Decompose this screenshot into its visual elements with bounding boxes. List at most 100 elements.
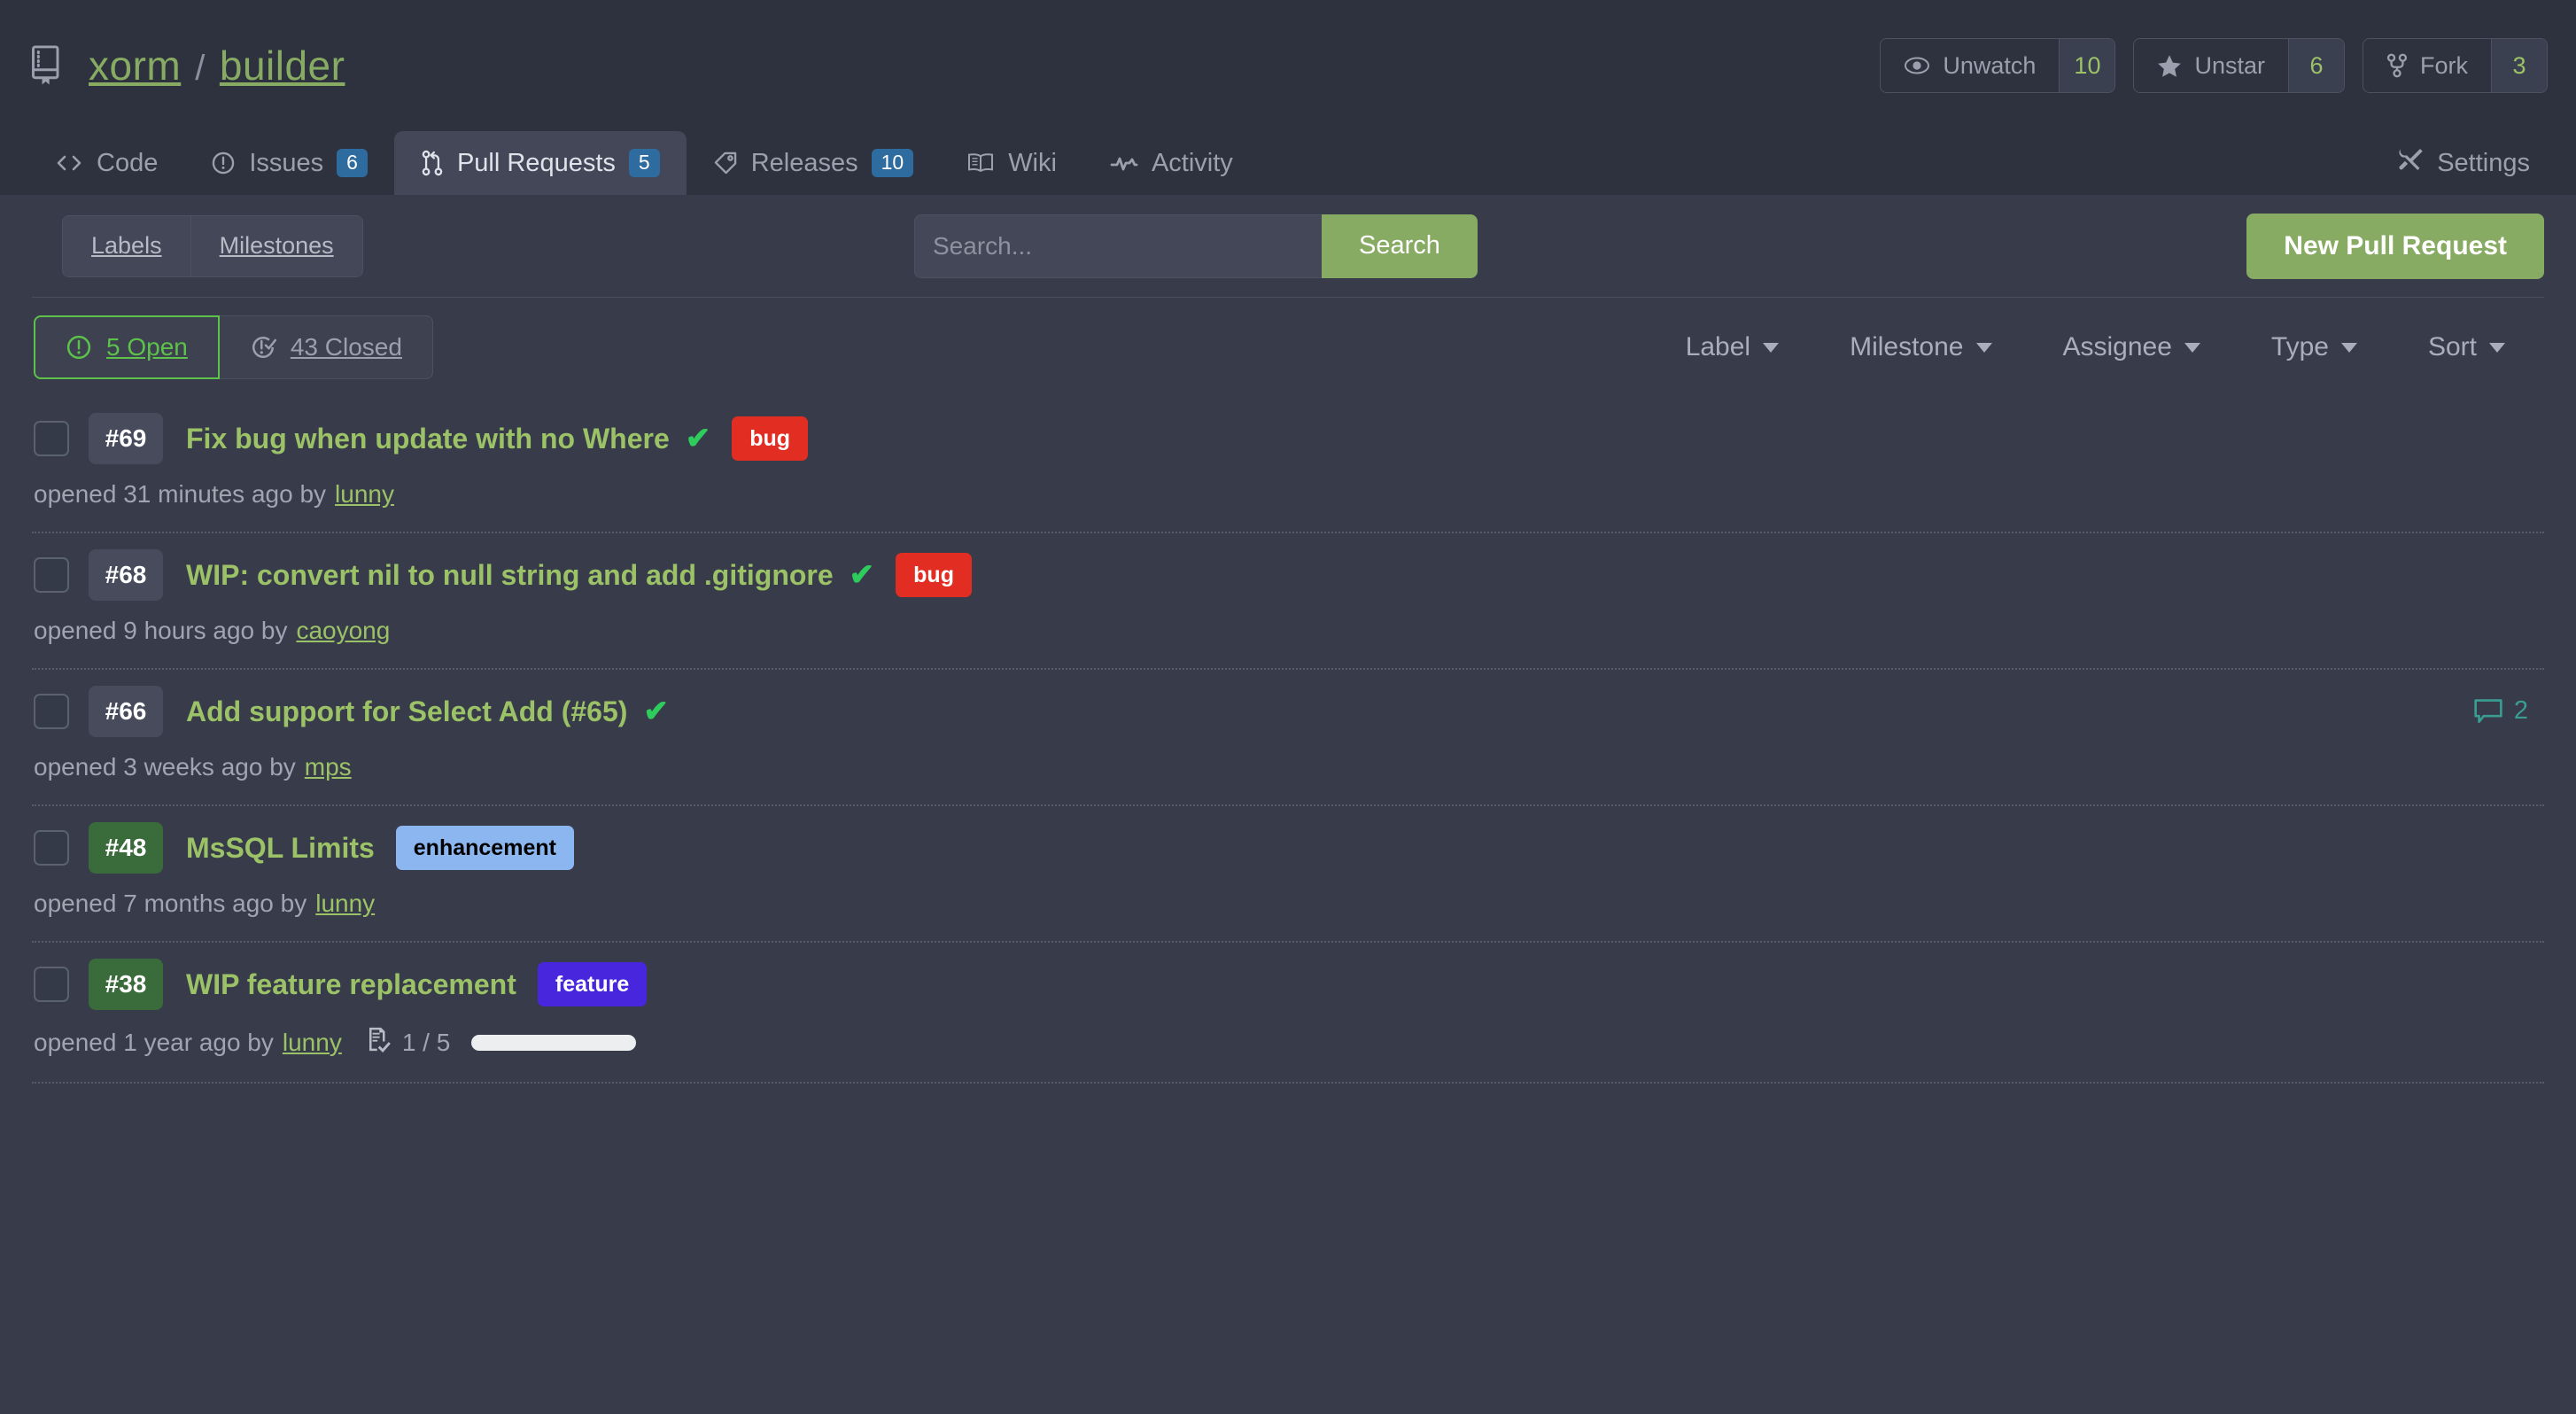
checklist-icon: [365, 1026, 392, 1059]
pr-title-link[interactable]: WIP feature replacement: [186, 968, 516, 1001]
watch-button-group[interactable]: Unwatch 10: [1880, 38, 2116, 93]
tab-settings[interactable]: Settings: [2379, 131, 2548, 195]
pr-opened-text: opened 1 year ago by: [34, 1028, 274, 1056]
chevron-down-icon: [2184, 342, 2200, 353]
pr-select-checkbox[interactable]: [34, 830, 69, 866]
dropdown-type[interactable]: Type: [2236, 332, 2393, 362]
fork-count[interactable]: 3: [2492, 39, 2547, 92]
dropdown-sort[interactable]: Sort: [2393, 332, 2541, 362]
pr-mergeable-check-icon: ✔: [685, 422, 711, 455]
pr-author-link[interactable]: lunny: [335, 480, 394, 509]
pr-main-line: #38 WIP feature replacement feature: [32, 957, 2544, 1012]
tab-releases-label: Releases: [750, 148, 858, 177]
repo-book-icon: [28, 43, 67, 88]
pr-opened-text: opened 7 months ago by: [34, 890, 307, 917]
breadcrumb: xorm / builder: [89, 42, 345, 89]
fork-label: Fork: [2420, 51, 2468, 79]
tag-icon: [713, 151, 738, 175]
pr-meta-line: opened 9 hours ago by caoyong: [34, 617, 2544, 645]
tab-activity[interactable]: Activity: [1083, 131, 1260, 195]
pr-comment-count[interactable]: 2: [2473, 696, 2528, 726]
repo-actions: Unwatch 10 Unstar 6 Fork 3: [1880, 38, 2548, 93]
pr-title-link[interactable]: Fix bug when update with no Where: [186, 423, 670, 455]
pr-author-link[interactable]: lunny: [283, 1029, 342, 1057]
tab-pull-requests[interactable]: Pull Requests 5: [393, 131, 687, 195]
pr-main-line: #69 Fix bug when update with no Where ✔ …: [32, 411, 2544, 466]
pr-select-checkbox[interactable]: [34, 694, 69, 729]
pr-author-link[interactable]: lunny: [315, 890, 375, 918]
filter-open-button[interactable]: 5 Open: [34, 315, 220, 379]
repo-name-link[interactable]: builder: [220, 42, 345, 89]
state-filter-group: 5 Open 43 Closed: [34, 315, 433, 379]
tab-wiki[interactable]: Wiki: [940, 131, 1083, 195]
dropdown-assignee[interactable]: Assignee: [2028, 332, 2236, 362]
tab-settings-label: Settings: [2437, 148, 2530, 177]
pr-meta-line: opened 31 minutes ago by lunny: [34, 480, 2544, 509]
labels-button[interactable]: Labels: [63, 215, 190, 276]
pr-task-count: 1 / 5: [401, 1028, 451, 1056]
dropdown-sort-text: Sort: [2427, 332, 2477, 361]
labels-milestones-group: Labels Milestones: [62, 214, 363, 277]
pr-label-badge[interactable]: bug: [896, 553, 972, 597]
tab-releases-badge: 10: [871, 149, 914, 177]
pr-meta-line: opened 3 weeks ago by mps: [34, 753, 2544, 781]
breadcrumb-separator: /: [195, 49, 206, 88]
star-count[interactable]: 6: [2289, 39, 2344, 92]
filter-closed-button[interactable]: 43 Closed: [219, 315, 433, 379]
pr-opened-text: opened 3 weeks ago by: [34, 753, 296, 781]
pr-task-progress-bar: [471, 1034, 637, 1051]
repo-nav: Code Issues 6 Pull Requests 5 Releases 1…: [0, 131, 2576, 195]
pr-meta-line: opened 1 year ago by lunny 1 / 5: [34, 1026, 2544, 1059]
code-icon: [55, 153, 83, 173]
issue-toolbar: Labels Milestones Search New Pull Reques…: [32, 195, 2544, 298]
dropdown-label-text: Label: [1685, 332, 1751, 361]
git-pull-request-icon: [421, 150, 444, 176]
pr-title-link[interactable]: WIP: convert nil to null string and add …: [186, 559, 834, 592]
fork-button[interactable]: Fork: [2363, 39, 2492, 92]
tab-pull-requests-badge: 5: [628, 149, 660, 177]
pr-index-badge: #68: [89, 549, 163, 601]
unstar-button[interactable]: Unstar: [2134, 39, 2289, 92]
milestones-button[interactable]: Milestones: [190, 215, 362, 276]
tab-pull-requests-label: Pull Requests: [456, 148, 616, 177]
chevron-down-icon: [1975, 342, 1992, 353]
pr-opened-text: opened 31 minutes ago by: [34, 480, 327, 508]
pr-title-link[interactable]: MsSQL Limits: [186, 832, 375, 865]
pr-mergeable-check-icon: ✔: [849, 558, 875, 592]
pr-index-badge: #38: [89, 959, 163, 1010]
pr-label-badge[interactable]: enhancement: [395, 826, 574, 870]
nav-items: Code Issues 6 Pull Requests 5 Releases 1…: [28, 131, 1260, 195]
issue-opened-icon: [66, 334, 92, 361]
dropdown-milestone-text: Milestone: [1850, 332, 1964, 361]
pr-meta-line: opened 7 months ago by lunny: [34, 890, 2544, 918]
pr-comment-count-text: 2: [2513, 696, 2528, 725]
pr-main-line: #48 MsSQL Limits enhancement: [32, 820, 2544, 875]
watch-count[interactable]: 10: [2060, 39, 2115, 92]
pr-select-checkbox[interactable]: [34, 967, 69, 1002]
pr-select-checkbox[interactable]: [34, 557, 69, 593]
search-input[interactable]: [914, 214, 1322, 278]
dropdown-type-text: Type: [2270, 332, 2329, 361]
issue-opened-icon: [211, 151, 236, 175]
star-button-group[interactable]: Unstar 6: [2133, 38, 2345, 93]
tab-issues[interactable]: Issues 6: [184, 131, 394, 195]
tools-icon: [2397, 146, 2424, 180]
tab-releases[interactable]: Releases 10: [687, 131, 941, 195]
repo-owner-link[interactable]: xorm: [89, 42, 181, 89]
search-button[interactable]: Search: [1322, 214, 1478, 278]
pr-label-badge[interactable]: bug: [732, 416, 809, 461]
table-row: #66 Add support for Select Add (#65) ✔ 2…: [32, 670, 2544, 806]
pr-author-link[interactable]: caoyong: [296, 617, 390, 645]
pr-title-link[interactable]: Add support for Select Add (#65): [186, 695, 627, 728]
pr-select-checkbox[interactable]: [34, 421, 69, 456]
dropdown-milestone[interactable]: Milestone: [1814, 332, 2027, 362]
new-pull-request-button[interactable]: New Pull Request: [2246, 213, 2544, 279]
fork-button-group[interactable]: Fork 3: [2363, 38, 2548, 93]
issue-closed-icon: [250, 334, 276, 361]
pr-mergeable-check-icon: ✔: [643, 695, 669, 728]
pr-author-link[interactable]: mps: [305, 753, 352, 781]
pr-label-badge[interactable]: feature: [537, 962, 648, 1006]
dropdown-label[interactable]: Label: [1650, 332, 1814, 362]
unwatch-button[interactable]: Unwatch: [1881, 39, 2060, 92]
tab-code[interactable]: Code: [28, 131, 184, 195]
